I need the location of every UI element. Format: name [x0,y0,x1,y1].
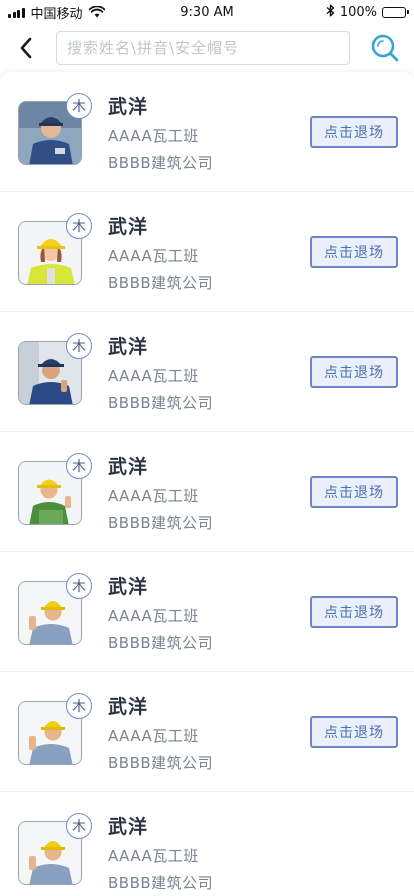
worker-team: AAAA瓦工班 [108,847,199,865]
worker-team: AAAA瓦工班 [108,367,199,385]
worker-team: AAAA瓦工班 [108,727,199,745]
avatar-wrapper: 木 [18,332,92,407]
worker-company: BBBB建筑公司 [108,154,214,172]
wood-badge: 木 [66,452,92,479]
wood-badge: 木 [66,212,92,239]
worker-team: AAAA瓦工班 [108,247,199,265]
status-bar: 中国移动 9:30 AM 100% [0,0,414,24]
worker-name: 武洋 [108,456,149,478]
avatar-wrapper: 木 [18,692,92,767]
worker-team: AAAA瓦工班 [108,127,199,145]
worker-info: 武洋 AAAA瓦工班 BBBB建筑公司 [108,812,213,893]
worker-name: 武洋 [108,696,149,718]
wood-badge: 木 [66,812,92,839]
exit-button[interactable]: 点击退场 [310,235,398,268]
exit-button[interactable]: 点击退场 [310,355,398,388]
wood-badge: 木 [66,572,92,599]
worker-company: BBBB建筑公司 [108,634,214,652]
chevron-left-icon [20,37,32,59]
wood-badge: 木 [66,692,92,719]
bluetooth-icon [326,4,335,21]
battery-percent: 100% [339,4,377,20]
worker-name: 武洋 [108,96,149,118]
exit-button[interactable]: 点击退场 [310,115,398,148]
worker-name: 武洋 [108,336,149,358]
worker-info: 武洋 AAAA瓦工班 BBBB建筑公司 [108,692,213,773]
worker-row: 木 武洋 AAAA瓦工班 BBBB建筑公司 点击退场 [0,552,414,672]
search-header [0,24,414,72]
worker-row: 木 武洋 AAAA瓦工班 BBBB建筑公司 点击退场 [0,72,414,192]
worker-row: 木 武洋 AAAA瓦工班 BBBB建筑公司 点击退场 [0,672,414,792]
wood-badge: 木 [66,92,92,119]
search-icon [371,34,399,62]
app-screen: 中国移动 9:30 AM 100% 搜索姓名\拼音\安全帽号 木 武洋 AAAA… [0,0,414,896]
search-input[interactable] [67,39,339,57]
worker-row: 木 武洋 AAAA瓦工班 BBBB建筑公司 点击退场 [0,432,414,552]
worker-team: AAAA瓦工班 [108,487,199,505]
worker-row: 木 武洋 AAAA瓦工班 BBBB建筑公司 点击退场 [0,312,414,432]
status-left: 中国移动 [8,3,105,22]
search-button[interactable] [368,31,402,65]
worker-info: 武洋 AAAA瓦工班 BBBB建筑公司 [108,92,213,173]
worker-company: BBBB建筑公司 [108,274,214,292]
worker-company: BBBB建筑公司 [108,754,214,772]
wifi-icon [88,6,105,18]
exit-button[interactable]: 点击退场 [310,595,398,628]
worker-team: AAAA瓦工班 [108,607,199,625]
search-box[interactable] [56,31,350,65]
avatar-wrapper: 木 [18,452,92,527]
worker-name: 武洋 [108,216,149,238]
worker-company: BBBB建筑公司 [108,874,214,892]
avatar-wrapper: 木 [18,812,92,887]
worker-info: 武洋 AAAA瓦工班 BBBB建筑公司 [108,332,213,413]
worker-name: 武洋 [108,576,149,598]
worker-company: BBBB建筑公司 [108,394,214,412]
battery-icon [382,6,409,18]
worker-row: 木 武洋 AAAA瓦工班 BBBB建筑公司 [0,792,414,896]
exit-button[interactable]: 点击退场 [310,715,398,748]
worker-row: 木 武洋 AAAA瓦工班 BBBB建筑公司 点击退场 [0,192,414,312]
worker-info: 武洋 AAAA瓦工班 BBBB建筑公司 [108,452,213,533]
signal-icon [8,7,25,18]
worker-company: BBBB建筑公司 [108,514,214,532]
worker-list: 木 武洋 AAAA瓦工班 BBBB建筑公司 点击退场 木 武洋 AAAA瓦工班 … [0,72,414,896]
worker-info: 武洋 AAAA瓦工班 BBBB建筑公司 [108,212,213,293]
avatar-wrapper: 木 [18,212,92,287]
avatar-wrapper: 木 [18,92,92,167]
carrier-label: 中国移动 [30,6,83,22]
back-button[interactable] [14,32,38,64]
avatar-wrapper: 木 [18,572,92,647]
wood-badge: 木 [66,332,92,359]
worker-name: 武洋 [108,816,149,838]
exit-button[interactable]: 点击退场 [310,475,398,508]
worker-info: 武洋 AAAA瓦工班 BBBB建筑公司 [108,572,213,653]
status-right: 100% [326,4,409,21]
